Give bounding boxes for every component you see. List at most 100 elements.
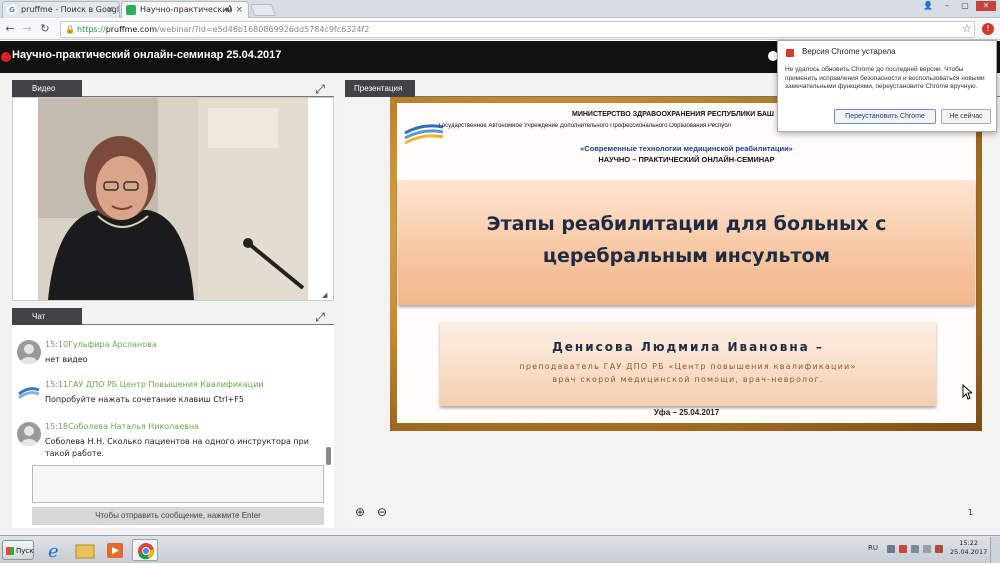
slide-title-line: церебральным инсультом (542, 245, 831, 267)
url-path: /webinar/?id=e5d46b1680869926dd5784c9fc6… (156, 25, 370, 34)
chat-message: 15:10Гульфира Арсланова нет видео (12, 340, 322, 370)
slide-author-box: Денисова Людмила Ивановна – преподавател… (440, 322, 936, 406)
bookmark-star-icon[interactable]: ☆ (962, 22, 972, 35)
zoom-out-icon[interactable]: ⊖ (377, 505, 391, 519)
warning-icon (786, 49, 794, 57)
expand-video-icon[interactable]: ⤢ (314, 83, 326, 95)
address-bar[interactable]: 🔒 https://pruffme.com/webinar/?id=e5d46b… (60, 21, 975, 38)
message-meta: 15:18Соболева Наталья Николаевна (45, 422, 199, 431)
avatar (17, 380, 41, 404)
slide-author-specialty: врач скорой медицинской помощи, врач-нев… (552, 375, 824, 384)
tab-title: pruffme - Поиск в Google (21, 5, 120, 14)
windows-flag-icon (6, 547, 14, 555)
slide-seminar: НАУЧНО – ПРАКТИЧЕСКИЙ ОНЛАЙН-СЕМИНАР (598, 155, 775, 164)
expand-chat-icon[interactable]: ⤢ (314, 311, 326, 323)
reinstall-chrome-button[interactable]: Переустановить Chrome (834, 109, 936, 124)
clock-date: 25.04.2017 (950, 548, 988, 556)
presenter-video-image (38, 98, 308, 300)
slide-title-band: Этапы реабилитации для больных с церебра… (398, 180, 975, 305)
close-tab-icon[interactable]: × (106, 2, 114, 18)
presentation-panel-header: Презентация (345, 80, 415, 97)
reload-icon[interactable]: ↻ (37, 21, 53, 37)
google-icon: G (7, 5, 17, 15)
forward-icon[interactable]: → (19, 21, 35, 37)
chat-message: 15:11ГАУ ДПО РБ Центр Повышения Квалифик… (12, 380, 322, 410)
chat-scrollbar[interactable] (326, 447, 331, 465)
zoom-in-icon[interactable]: ⊕ (355, 505, 369, 519)
message-text: Попробуйте нажать сочетание клавиш Ctrl+… (45, 395, 244, 404)
browser-toolbar: ← → ↻ 🔒 https://pruffme.com/webinar/?id=… (0, 19, 1000, 40)
chat-message: 15:18Соболева Наталья Николаевна Соболев… (12, 422, 322, 462)
slide-title-line: Этапы реабилитации для больных с (486, 213, 887, 235)
explorer-folder-icon[interactable] (72, 539, 98, 561)
new-tab-button[interactable] (249, 4, 277, 16)
message-time: 15:10 (45, 340, 69, 349)
taskbar: Пуск e (0, 535, 1000, 563)
chrome-outdated-popup: Версия Chrome устарела Не удалось обнови… (777, 40, 997, 132)
video-stream[interactable] (38, 98, 308, 300)
message-time: 15:11 (45, 380, 69, 389)
media-player-icon[interactable] (102, 539, 128, 561)
popup-title: Версия Chrome устарела (802, 47, 896, 56)
tray-clock[interactable]: 15:22 25.04.2017 (950, 539, 987, 557)
tray-arrow-icon[interactable] (887, 545, 895, 553)
slide-author-name: Денисова Людмила Ивановна – (552, 340, 824, 354)
tab-title: Научно-практический (140, 5, 233, 14)
close-tab-icon[interactable]: ◂) (224, 2, 232, 18)
message-meta: 15:11ГАУ ДПО РБ Центр Повышения Квалифик… (45, 380, 264, 389)
message-time: 15:18 (45, 422, 69, 431)
minimize-button[interactable]: – (940, 1, 954, 11)
maximize-button[interactable]: ▢ (958, 1, 972, 11)
message-text: Соболева Н.Н. Сколько пациентов на одног… (45, 437, 309, 458)
video-panel-header: Видео (12, 80, 82, 97)
chrome-taskbar-icon[interactable] (132, 539, 158, 561)
tray-flag-icon[interactable] (935, 545, 943, 553)
mouse-cursor-icon (962, 384, 972, 400)
page-number: 1 (968, 508, 974, 517)
close-tab-icon[interactable]: × (235, 2, 243, 18)
video-panel-label: Видео (32, 84, 56, 93)
avatar (17, 422, 41, 446)
message-author[interactable]: Соболева Наталья Николаевна (68, 422, 199, 431)
slide-author-position: преподаватель ГАУ ДПО РБ «Центр повышени… (519, 362, 857, 371)
presentation-panel-label: Презентация (354, 84, 403, 93)
avatar (17, 340, 41, 364)
chat-panel-header: Чат (12, 308, 82, 325)
profile-icon[interactable]: 👤 (922, 1, 934, 11)
chat-message-input[interactable] (32, 465, 324, 503)
close-window-button[interactable]: ✕ (976, 1, 996, 11)
slide-title: Этапы реабилитации для больных с церебра… (398, 208, 975, 272)
show-desktop-button[interactable] (990, 537, 1000, 563)
message-author[interactable]: Гульфира Арсланова (68, 340, 157, 349)
back-icon[interactable]: ← (2, 21, 18, 37)
url-host: pruffme.com (105, 25, 157, 34)
send-hint: Чтобы отправить сообщение, нажмите Enter (32, 507, 324, 525)
start-label: Пуск (16, 547, 34, 555)
url-scheme: https:// (77, 25, 106, 34)
message-author[interactable]: ГАУ ДПО РБ Центр Повышения Квалификации (68, 380, 264, 389)
popup-body: Не удалось обновить Chrome до последней … (785, 66, 985, 90)
slide-city-date: Уфа – 25.04.2017 (653, 408, 720, 417)
tray-security-icon[interactable] (899, 545, 907, 553)
start-button[interactable]: Пуск (2, 540, 34, 560)
svg-text:e: e (48, 541, 59, 561)
page-title: Научно-практический онлайн-семинар 25.04… (12, 49, 282, 61)
slide-program: «Современные технологии медицинской реаб… (580, 144, 793, 153)
tab-webinar[interactable]: Научно-практический ◂) × (121, 1, 249, 18)
tray-network-icon[interactable] (911, 545, 919, 553)
not-now-button[interactable]: Не сейчас (941, 109, 991, 124)
clock-time: 15:22 (959, 539, 978, 547)
resize-grip-icon[interactable]: ◢ (322, 291, 327, 299)
chrome-update-menu-icon[interactable]: ! (982, 23, 994, 35)
message-text: нет видео (45, 355, 88, 364)
language-indicator[interactable]: RU (868, 544, 878, 552)
internet-explorer-icon[interactable]: e (42, 539, 68, 562)
tab-google-search[interactable]: G pruffme - Поиск в Google × (2, 1, 120, 18)
message-meta: 15:10Гульфира Арсланова (45, 340, 157, 349)
record-indicator-icon (1, 52, 11, 62)
browser-tab-strip: G pruffme - Поиск в Google × Научно-прак… (0, 0, 1000, 18)
tray-volume-icon[interactable] (923, 545, 931, 553)
lock-icon: 🔒 (65, 25, 75, 34)
webinar-icon (126, 5, 136, 15)
chat-panel-label: Чат (32, 312, 46, 321)
